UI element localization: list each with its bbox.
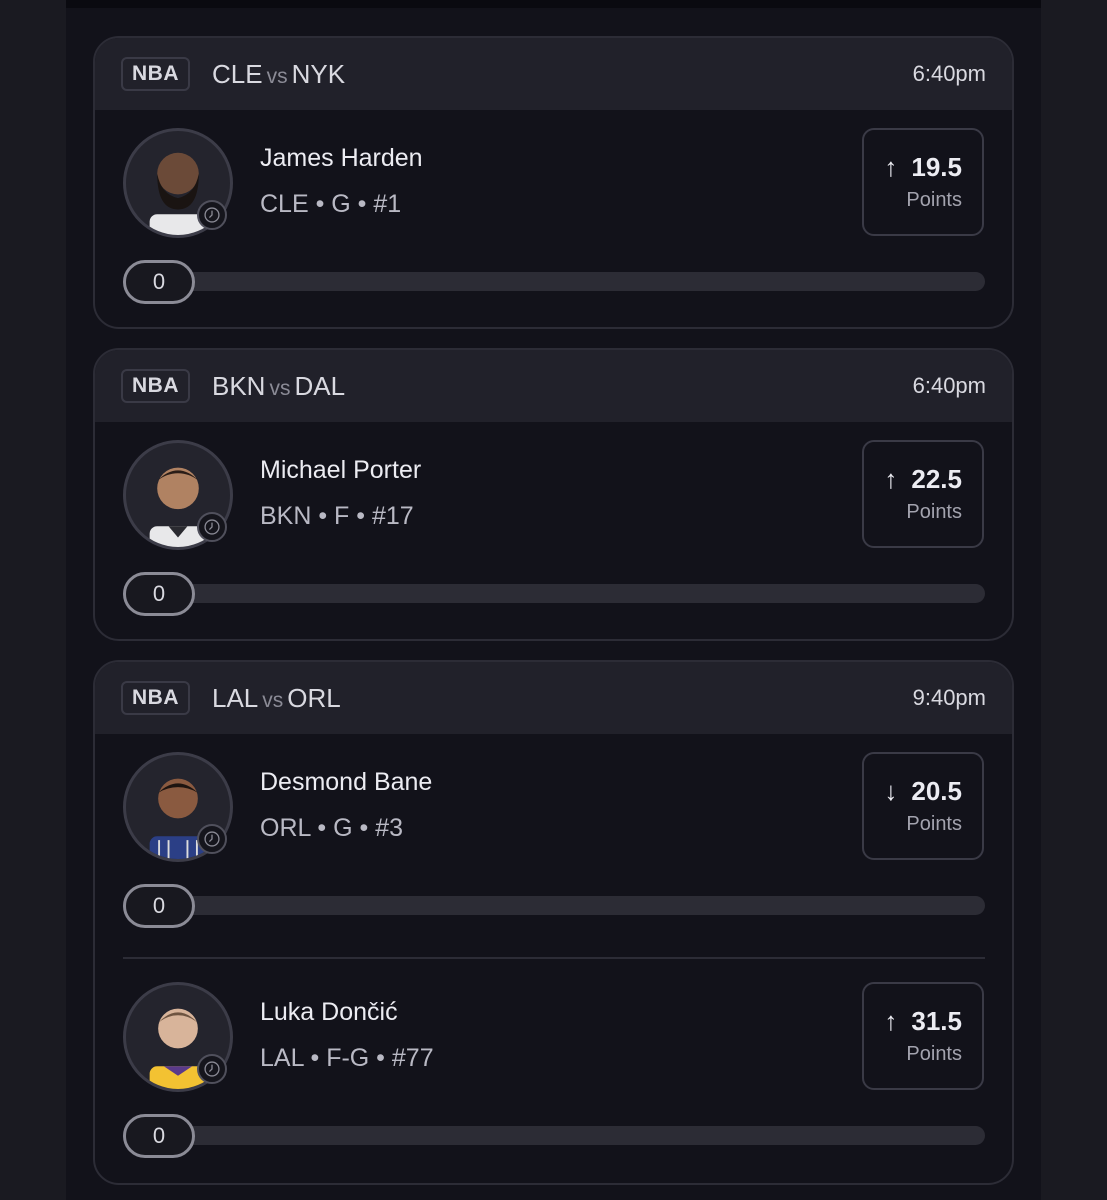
player-info: CLE • G • #1 — [260, 190, 402, 218]
projection-box[interactable]: ↑ 19.5 Points — [862, 128, 984, 236]
progress-value: 0 — [123, 572, 195, 616]
game-card-header: NBA LAL vs ORL 9:40pm — [95, 662, 1012, 734]
projection-box[interactable]: ↑ 22.5 Points — [862, 440, 984, 548]
arrow-up-icon: ↑ — [884, 464, 898, 494]
app-screen: NBA CLE vs NYK 6:40pm James Harden CLE • G… — [66, 0, 1041, 1200]
clock-icon — [197, 200, 227, 230]
top-bar — [66, 0, 1041, 8]
league-badge: NBA — [121, 57, 190, 91]
progress-track — [123, 584, 985, 603]
arrow-down-icon: ↓ — [884, 776, 898, 806]
team-home: ORL — [287, 682, 341, 713]
team-away: BKN — [212, 370, 266, 401]
team-home: NYK — [291, 58, 346, 89]
player-name: Michael Porter — [260, 456, 422, 484]
league-badge: NBA — [121, 369, 190, 403]
matchup: LAL vs ORL — [212, 683, 341, 714]
clock-icon — [197, 512, 227, 542]
progress-value: 0 — [123, 1114, 195, 1158]
player-name: James Harden — [260, 144, 423, 172]
player-info: BKN • F • #17 — [260, 502, 414, 530]
vs-label: vs — [262, 688, 284, 712]
pick-divider — [123, 957, 985, 959]
vs-label: vs — [269, 376, 291, 400]
team-home: DAL — [294, 370, 346, 401]
projection-box[interactable]: ↑ 31.5 Points — [862, 982, 984, 1090]
pick-row[interactable]: James Harden CLE • G • #1 ↑ 19.5 Points 0 — [95, 110, 1012, 327]
game-card[interactable]: NBA BKN vs DAL 6:40pm Michael Porter BKN •… — [93, 348, 1014, 641]
pick-row[interactable]: Desmond Bane ORL • G • #3 ↓ 20.5 Points 0 — [95, 734, 1012, 959]
clock-icon — [197, 824, 227, 854]
progress-value: 0 — [123, 260, 195, 304]
arrow-up-icon: ↑ — [884, 1006, 898, 1036]
game-card[interactable]: NBA CLE vs NYK 6:40pm James Harden CLE • G… — [93, 36, 1014, 329]
progress-value: 0 — [123, 884, 195, 928]
clock-icon — [197, 1054, 227, 1084]
progress-track — [123, 272, 985, 291]
stat-type: Points — [906, 189, 962, 211]
team-away: LAL — [212, 682, 259, 713]
matchup: CLE vs NYK — [212, 59, 345, 90]
pick-row[interactable]: Michael Porter BKN • F • #17 ↑ 22.5 Point… — [95, 422, 1012, 639]
pick-row[interactable]: Luka Dončić LAL • F-G • #77 ↑ 31.5 Points… — [95, 964, 1012, 1182]
player-name: Luka Dončić — [260, 998, 398, 1026]
progress-track — [123, 1126, 985, 1145]
matchup: BKN vs DAL — [212, 371, 345, 402]
player-name: Desmond Bane — [260, 768, 433, 796]
projection-box[interactable]: ↓ 20.5 Points — [862, 752, 984, 860]
player-info: ORL • G • #3 — [260, 814, 404, 842]
stat-type: Points — [906, 501, 962, 523]
projection-value: 22.5 — [911, 464, 962, 494]
game-card-header: NBA CLE vs NYK 6:40pm — [95, 38, 1012, 110]
game-time: 6:40pm — [912, 373, 986, 398]
projection-value: 20.5 — [911, 776, 962, 806]
game-card[interactable]: NBA LAL vs ORL 9:40pm Desmond Bane ORL • G… — [93, 660, 1014, 1185]
arrow-up-icon: ↑ — [884, 152, 898, 182]
projection-value: 31.5 — [911, 1006, 962, 1036]
progress-track — [123, 896, 985, 915]
projection-value: 19.5 — [911, 152, 962, 182]
stat-type: Points — [906, 1043, 962, 1065]
vs-label: vs — [266, 64, 288, 88]
player-info: LAL • F-G • #77 — [260, 1044, 434, 1072]
stat-type: Points — [906, 813, 962, 835]
league-badge: NBA — [121, 681, 190, 715]
game-time: 6:40pm — [912, 61, 986, 86]
team-away: CLE — [212, 58, 263, 89]
game-card-header: NBA BKN vs DAL 6:40pm — [95, 350, 1012, 422]
game-time: 9:40pm — [912, 685, 986, 710]
